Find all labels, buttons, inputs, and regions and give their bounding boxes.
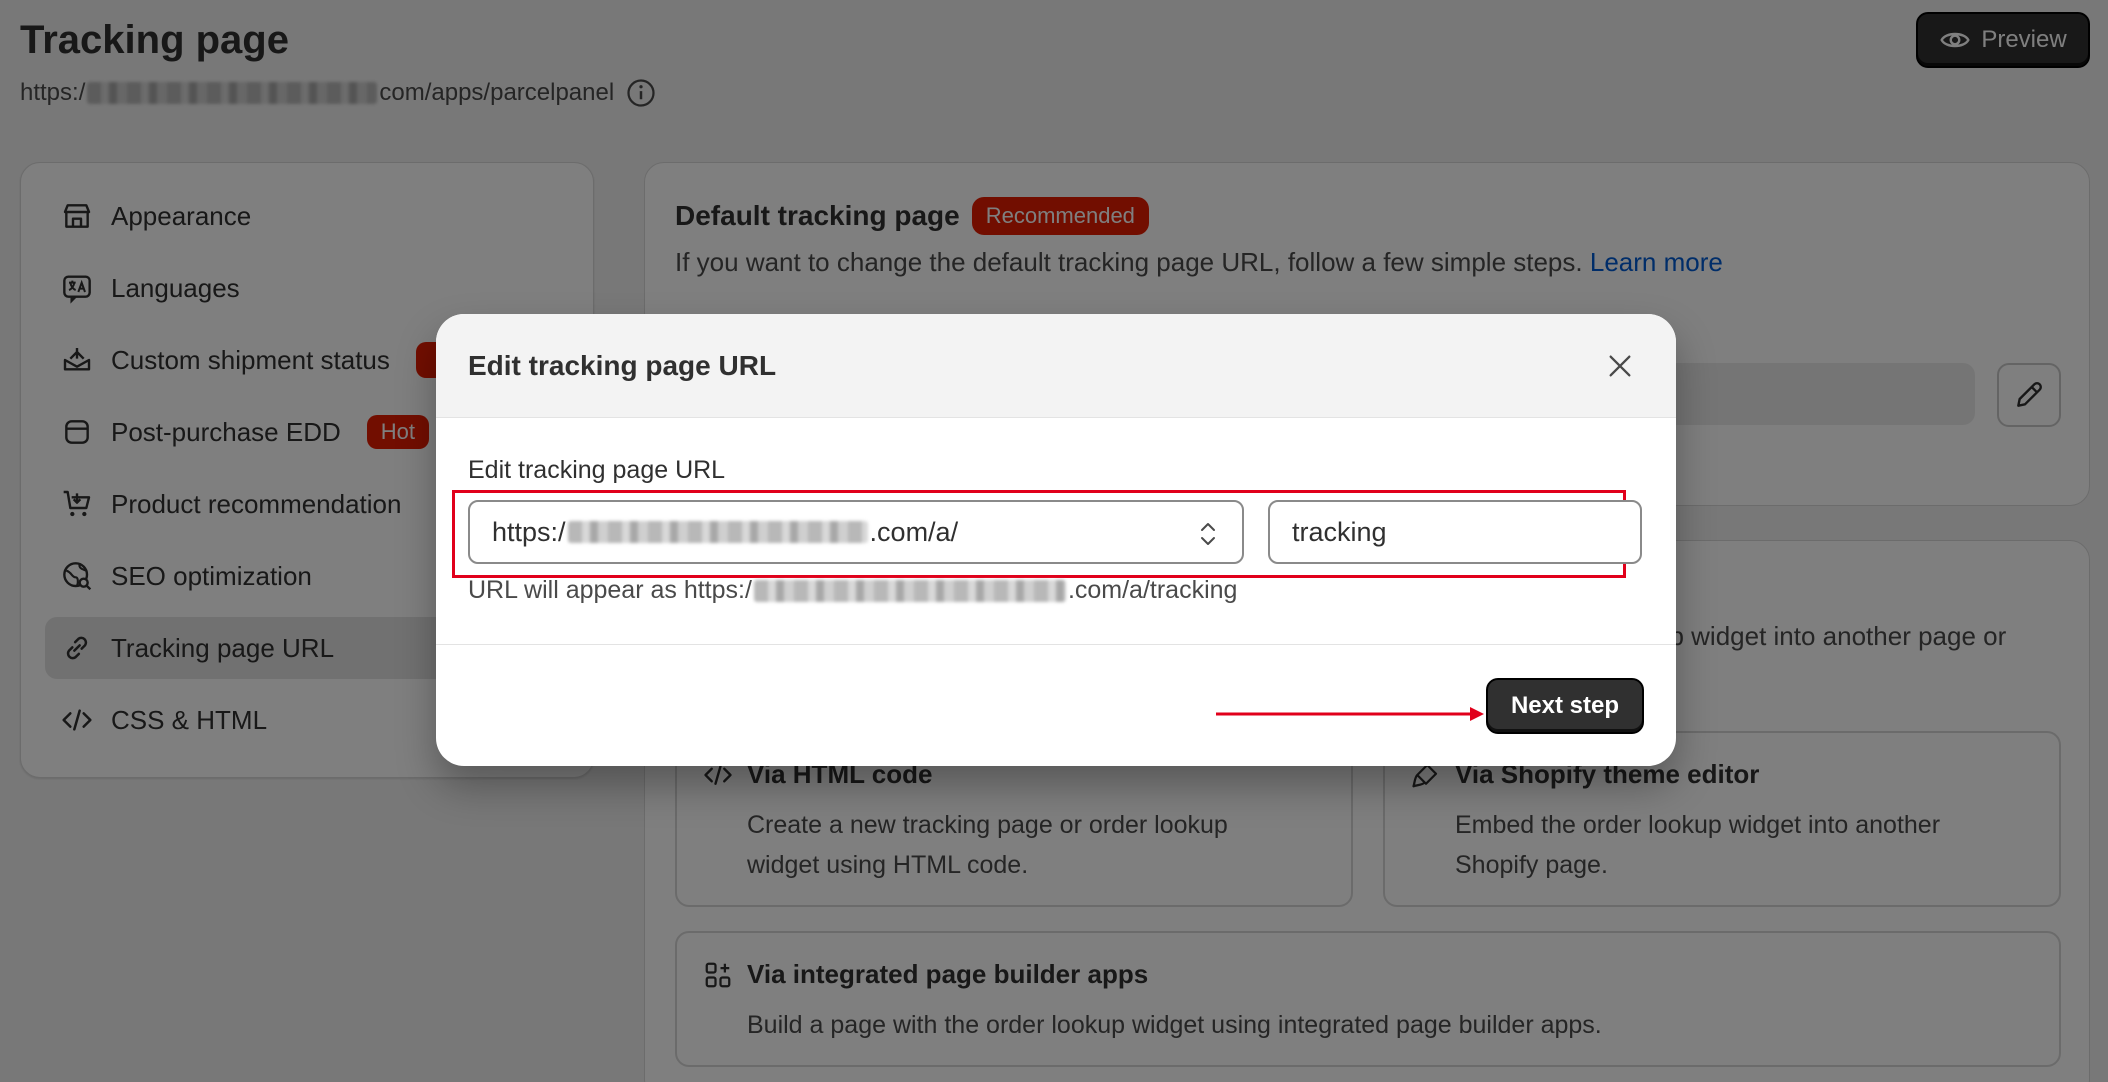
redacted-domain	[753, 579, 1066, 602]
edit-url-modal: Edit tracking page URL Edit tracking pag…	[436, 314, 1676, 766]
url-preview-hint: URL will appear as https:/ .com/a/tracki…	[468, 576, 1237, 605]
arrow-annotation	[1216, 707, 1484, 721]
modal-divider	[436, 644, 1676, 645]
modal-title: Edit tracking page URL	[468, 350, 777, 381]
close-icon	[1609, 355, 1631, 377]
hint-suffix: .com/a/tracking	[1067, 576, 1238, 604]
modal-header: Edit tracking page URL	[436, 314, 1676, 418]
close-button[interactable]	[1600, 346, 1640, 386]
select-prefix: https:/	[492, 516, 566, 547]
hint-prefix: URL will appear as https:/	[468, 576, 752, 604]
chevron-updown-icon	[1201, 523, 1215, 545]
tracking-page: Tracking page https:/ com/apps/parcelpan…	[0, 0, 2108, 1082]
path-input[interactable]	[1268, 500, 1642, 564]
select-suffix: .com/a/	[869, 516, 959, 547]
next-step-button[interactable]: Next step	[1486, 678, 1644, 734]
redacted-domain	[567, 521, 868, 543]
field-label: Edit tracking page URL	[468, 456, 726, 484]
domain-select[interactable]: https:/ .com/a/	[468, 500, 1244, 564]
